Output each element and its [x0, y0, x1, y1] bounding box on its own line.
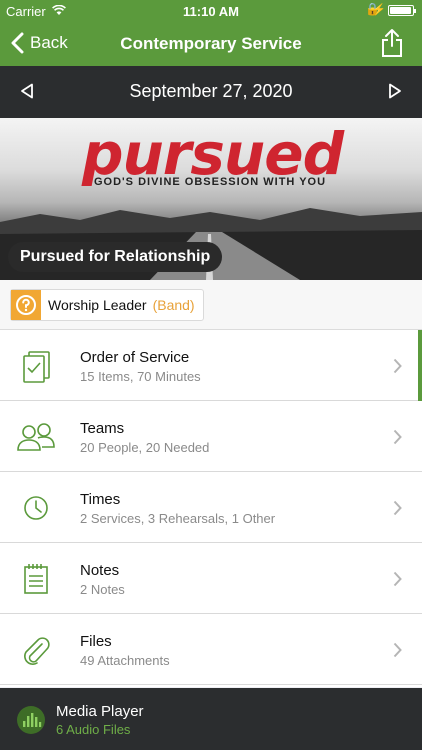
media-player-title: Media Player [56, 703, 144, 720]
role-bar: Worship Leader (Band) [0, 280, 422, 330]
top-bar: Carrier 11:10 AM 🔒 ⚡ Back Contemporary S… [0, 0, 422, 66]
order-of-service-icon [23, 351, 50, 383]
chevron-right-icon [393, 642, 402, 658]
role-team: (Band) [152, 297, 195, 313]
list-item-teams[interactable]: Teams 20 People, 20 Needed [0, 401, 422, 472]
plan-sections-list: Order of Service 15 Items, 70 Minutes Te… [0, 330, 422, 687]
status-time: 11:10 AM [183, 4, 239, 19]
chevron-right-icon [393, 358, 402, 374]
role-label: Worship Leader [48, 297, 147, 313]
media-player-subtitle: 6 Audio Files [56, 722, 131, 737]
service-date: September 27, 2020 [129, 81, 293, 101]
list-item-subtitle: 2 Services, 3 Rehearsals, 1 Other [80, 511, 276, 526]
list-item-subtitle: 15 Items, 70 Minutes [80, 369, 201, 384]
next-date-button[interactable] [388, 83, 402, 99]
list-item-title: Teams [80, 420, 125, 437]
question-icon [11, 290, 41, 320]
battery-icon [388, 5, 416, 16]
chevron-right-icon [393, 500, 402, 516]
list-item-order-of-service[interactable]: Order of Service 15 Items, 70 Minutes [0, 330, 422, 401]
list-item-title: Files [80, 633, 112, 650]
charging-icon: ⚡ [372, 4, 386, 16]
list-item-title: Notes [80, 562, 120, 579]
clock-icon [24, 496, 48, 520]
list-item-files[interactable]: Files 49 Attachments [0, 614, 422, 685]
list-item-subtitle: 49 Attachments [80, 653, 170, 668]
chevron-right-icon [393, 571, 402, 587]
selection-indicator [418, 330, 422, 401]
list-item-notes[interactable]: Notes 2 Notes [0, 543, 422, 614]
role-chip[interactable]: Worship Leader (Band) [10, 289, 204, 321]
series-banner: pursued GOD'S DIVINE OBSESSION WITH YOU … [0, 118, 422, 280]
status-bar: Carrier 11:10 AM 🔒 ⚡ [0, 0, 422, 22]
chevron-right-icon [393, 429, 402, 445]
date-navigator: September 27, 2020 [0, 66, 422, 118]
list-item-times[interactable]: Times 2 Services, 3 Rehearsals, 1 Other [0, 472, 422, 543]
list-item-title: Order of Service [80, 349, 190, 366]
page-title: Contemporary Service [120, 34, 302, 53]
share-icon[interactable] [380, 28, 404, 58]
list-item-title: Times [80, 491, 121, 508]
list-item-subtitle: 20 People, 20 Needed [80, 440, 210, 455]
list-item-subtitle: 2 Notes [80, 582, 125, 597]
series-title-pill: Pursued for Relationship [8, 242, 223, 272]
media-player-bar[interactable]: Media Player 6 Audio Files [0, 688, 422, 750]
notes-icon [24, 564, 48, 594]
navigation-bar: Back Contemporary Service [0, 22, 422, 66]
paperclip-icon [24, 637, 50, 665]
teams-icon [17, 423, 55, 451]
series-tagline: GOD'S DIVINE OBSESSION WITH YOU [94, 176, 327, 188]
audio-equalizer-icon [17, 706, 45, 734]
